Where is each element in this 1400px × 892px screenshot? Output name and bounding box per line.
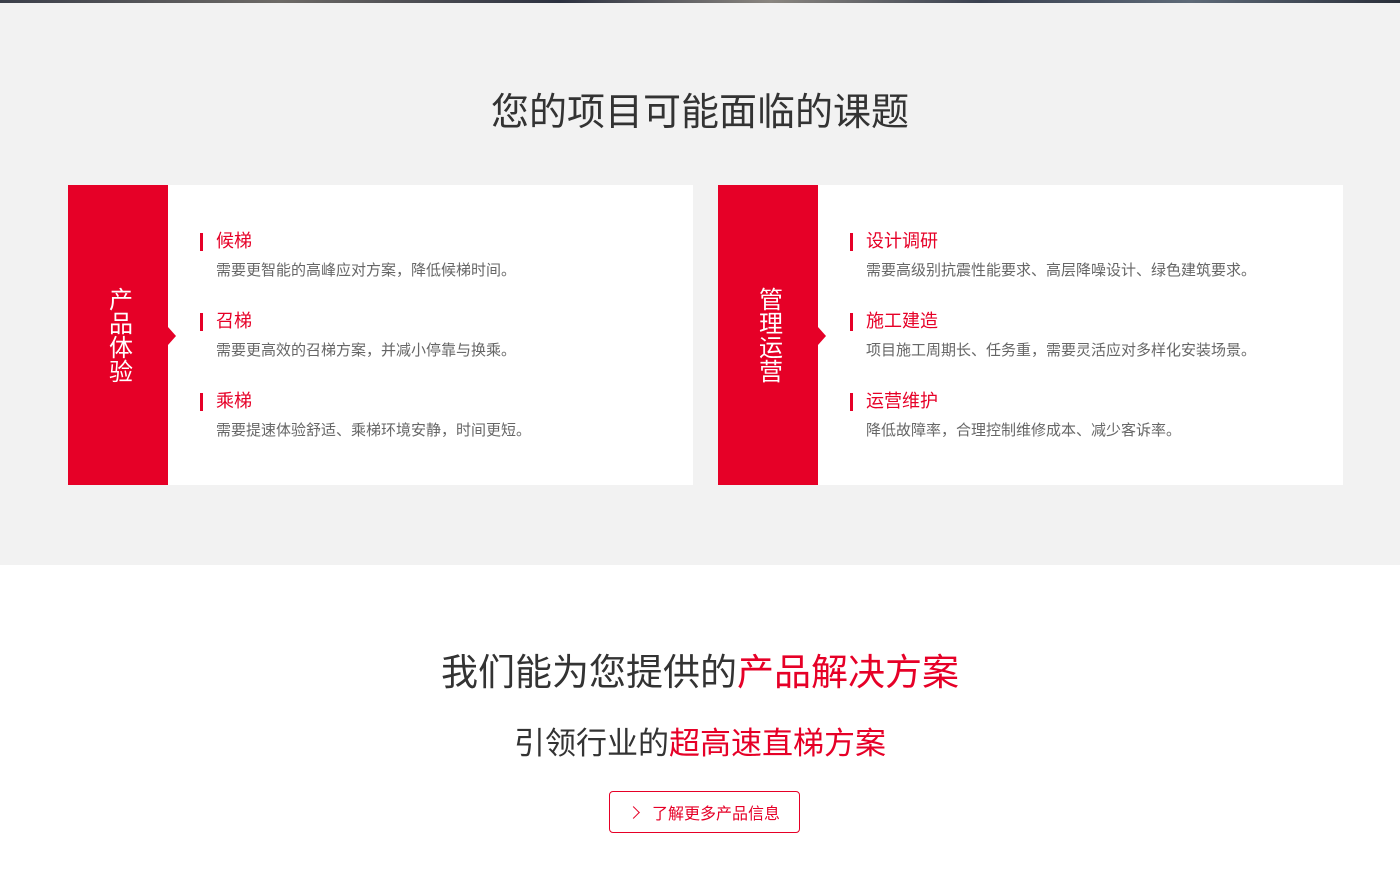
- solutions-subtitle-accent: 超高速直梯方案: [669, 726, 886, 762]
- solutions-title-accent: 产品解决方案: [737, 651, 959, 694]
- challenge-card-management-operation: 管理运营 设计调研 需要高级别抗震性能要求、高层降噪设计、绿色建筑要求。 施工建…: [718, 185, 1343, 485]
- challenge-item-desc: 需要更高效的召梯方案，并减小停靠与换乘。: [216, 341, 517, 359]
- challenge-item-title: 召梯: [200, 311, 531, 333]
- challenge-item-desc: 需要提速体验舒适、乘梯环境安静，时间更短。: [216, 421, 532, 439]
- challenge-card-product-experience: 产品体验 候梯 需要更智能的高峰应对方案，降低候梯时间。 召梯 需要更高效的召梯…: [68, 185, 693, 485]
- challenge-item-desc: 降低故障率，合理控制维修成本、减少客诉率。: [866, 421, 1182, 439]
- challenge-list: 设计调研 需要高级别抗震性能要求、高层降噪设计、绿色建筑要求。 施工建造 项目施…: [850, 231, 1256, 471]
- challenge-item-title: 乘梯: [200, 391, 531, 413]
- challenge-item-title: 候梯: [200, 231, 531, 253]
- challenge-item: 召梯 需要更高效的召梯方案，并减小停靠与换乘。: [200, 311, 531, 391]
- challenges-section: 您的项目可能面临的课题 产品体验 候梯 需要更智能的高峰应对方案，降低候梯时间。…: [0, 3, 1400, 565]
- challenge-item: 乘梯 需要提速体验舒适、乘梯环境安静，时间更短。: [200, 391, 531, 471]
- card-tab-label: 产品体验: [104, 287, 133, 383]
- solutions-title: 我们能为您提供的产品解决方案: [0, 648, 1400, 698]
- solutions-subtitle-plain: 引领行业的: [514, 726, 669, 762]
- challenge-item: 候梯 需要更智能的高峰应对方案，降低候梯时间。: [200, 231, 531, 311]
- challenge-item-desc: 项目施工周期长、任务重，需要灵活应对多样化安装场景。: [866, 341, 1257, 359]
- challenge-item: 施工建造 项目施工周期长、任务重，需要灵活应对多样化安装场景。: [850, 311, 1256, 391]
- challenge-item-desc: 需要更智能的高峰应对方案，降低候梯时间。: [216, 261, 517, 279]
- card-tab-label: 管理运营: [754, 287, 783, 383]
- challenge-item-title: 运营维护: [850, 391, 1256, 413]
- challenge-list: 候梯 需要更智能的高峰应对方案，降低候梯时间。 召梯 需要更高效的召梯方案，并减…: [200, 231, 531, 471]
- card-tab: 管理运营: [718, 185, 826, 485]
- learn-more-label: 了解更多产品信息: [651, 804, 780, 823]
- learn-more-products-button[interactable]: 了解更多产品信息: [609, 791, 800, 833]
- chevron-right-icon: [627, 805, 640, 819]
- solutions-subtitle: 引领行业的超高速直梯方案: [0, 722, 1400, 766]
- solutions-title-plain: 我们能为您提供的: [441, 651, 737, 694]
- card-tab: 产品体验: [68, 185, 176, 485]
- challenge-item: 设计调研 需要高级别抗震性能要求、高层降噪设计、绿色建筑要求。: [850, 231, 1256, 311]
- challenge-item-title: 设计调研: [850, 231, 1256, 253]
- challenge-item: 运营维护 降低故障率，合理控制维修成本、减少客诉率。: [850, 391, 1256, 471]
- challenges-title: 您的项目可能面临的课题: [490, 90, 909, 134]
- challenge-item-desc: 需要高级别抗震性能要求、高层降噪设计、绿色建筑要求。: [866, 261, 1257, 279]
- challenge-item-title: 施工建造: [850, 311, 1256, 333]
